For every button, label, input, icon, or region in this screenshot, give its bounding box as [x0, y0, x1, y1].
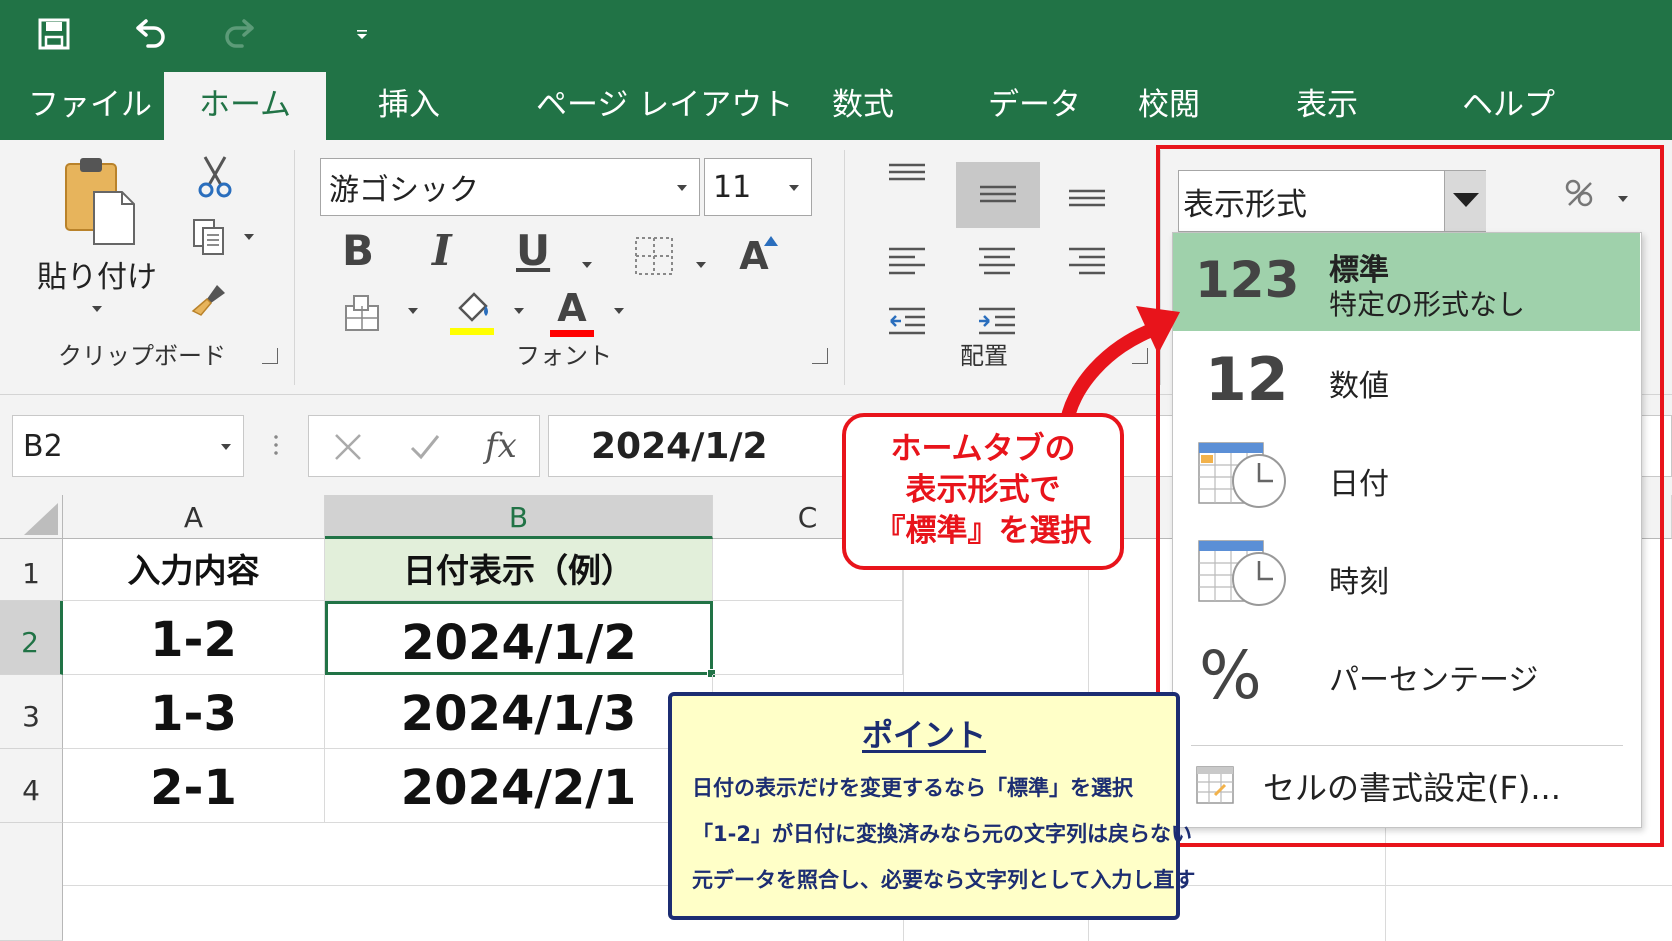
- cell-a1[interactable]: 入力内容: [63, 539, 325, 601]
- fill-color-swatch: [450, 327, 494, 335]
- fill-color-icon[interactable]: [448, 286, 496, 338]
- cell-b2[interactable]: 2024/1/2: [325, 601, 713, 675]
- point-line-1: 日付の表示だけを変更するなら「標準」を選択: [692, 776, 1133, 800]
- font-size-value: 11: [713, 169, 752, 205]
- increase-font-icon[interactable]: A: [730, 232, 778, 280]
- cell-a3[interactable]: 1-3: [63, 675, 325, 749]
- font-size-dropdown-icon[interactable]: [789, 185, 799, 191]
- fill-color-dropdown-icon[interactable]: [514, 308, 524, 314]
- decrease-indent-icon[interactable]: [884, 304, 930, 340]
- callout-line-2: 表示形式で: [905, 472, 1061, 508]
- paste-button[interactable]: 貼り付け: [37, 152, 157, 322]
- font-color-icon[interactable]: A: [548, 286, 596, 338]
- insert-function-icon[interactable]: fx: [485, 426, 517, 466]
- cut-icon[interactable]: [192, 154, 238, 200]
- customize-qat-icon[interactable]: [342, 14, 382, 54]
- cell-a2[interactable]: 1-2: [63, 601, 325, 675]
- cancel-icon[interactable]: [333, 432, 363, 462]
- bold-button[interactable]: B: [342, 226, 374, 275]
- cell-c2[interactable]: [713, 601, 903, 675]
- tab-review[interactable]: 校閲: [1138, 70, 1200, 140]
- undo-icon[interactable]: [130, 14, 170, 54]
- align-top-icon[interactable]: [884, 158, 930, 188]
- separator: [844, 150, 845, 385]
- font-group-label: フォント: [516, 342, 612, 370]
- alignment-group-label: 配置: [960, 342, 1008, 370]
- point-line-3: 元データを照合し、必要なら文字列として入力し直す: [692, 868, 1196, 892]
- copy-dropdown-icon[interactable]: [244, 234, 254, 240]
- save-icon[interactable]: [34, 14, 74, 54]
- point-line-2: 「1-2」が日付に変換済みなら元の文字列は戻らない: [692, 822, 1192, 846]
- ribbon-tabs: ファイル ホーム 挿入 ページ レイアウト 数式 データ 校閲 表示 ヘルプ: [0, 70, 1672, 142]
- column-header-a[interactable]: A: [63, 495, 325, 539]
- formula-bar-splitter-icon[interactable]: [274, 433, 278, 457]
- underline-button[interactable]: U: [516, 226, 550, 275]
- align-center-icon[interactable]: [974, 244, 1020, 280]
- enter-icon[interactable]: [409, 432, 441, 462]
- paste-icon: [65, 158, 135, 245]
- font-color-dropdown-icon[interactable]: [614, 308, 624, 314]
- align-bottom-icon[interactable]: [1064, 184, 1110, 214]
- quick-access-toolbar: [0, 0, 1672, 70]
- align-right-icon[interactable]: [1064, 244, 1110, 280]
- cell-b1[interactable]: 日付表示（例）: [325, 539, 713, 601]
- cell-a4[interactable]: 2-1: [63, 749, 325, 823]
- cell-b4[interactable]: 2024/2/1: [325, 749, 713, 823]
- paste-dropdown-icon[interactable]: [92, 306, 102, 312]
- row-header-5[interactable]: [0, 823, 63, 941]
- font-color-glyph: A: [557, 285, 587, 330]
- align-middle-icon[interactable]: [956, 162, 1040, 228]
- select-all-corner[interactable]: [0, 495, 63, 539]
- tab-file[interactable]: ファイル: [28, 70, 152, 140]
- format-painter-icon[interactable]: [186, 278, 232, 324]
- name-box-value: B2: [23, 428, 63, 464]
- tab-home[interactable]: ホーム: [164, 72, 326, 142]
- table-style-dropdown-icon[interactable]: [408, 308, 418, 314]
- tab-view[interactable]: 表示: [1296, 70, 1358, 140]
- highlight-frame: [1156, 145, 1664, 847]
- row-header-1[interactable]: 1: [0, 539, 63, 601]
- tab-help[interactable]: ヘルプ: [1462, 70, 1555, 140]
- font-launcher-icon[interactable]: [812, 348, 828, 364]
- column-header-b[interactable]: B: [325, 495, 713, 539]
- clipboard-launcher-icon[interactable]: [262, 348, 278, 364]
- point-title: ポイント: [862, 718, 986, 754]
- name-box-dropdown-icon[interactable]: [221, 444, 231, 450]
- align-left-icon[interactable]: [884, 244, 930, 280]
- row-header-4[interactable]: 4: [0, 749, 63, 823]
- name-box[interactable]: B2: [12, 415, 244, 477]
- borders-dropdown-icon[interactable]: [696, 262, 706, 268]
- point-note-box: ポイント 日付の表示だけを変更するなら「標準」を選択 「1-2」が日付に変換済み…: [668, 692, 1195, 920]
- callout-line-3: 『標準』を選択: [874, 513, 1092, 549]
- font-dropdown-icon-left[interactable]: [340, 290, 386, 336]
- font-name-dropdown-icon[interactable]: [677, 185, 687, 191]
- underline-dropdown-icon[interactable]: [582, 262, 592, 268]
- callout-line-1: ホームタブの: [890, 431, 1076, 467]
- tab-insert[interactable]: 挿入: [378, 70, 440, 140]
- copy-icon[interactable]: [186, 214, 232, 260]
- separator: [294, 150, 295, 385]
- row-header-2[interactable]: 2: [0, 601, 63, 675]
- row-header-3[interactable]: 3: [0, 675, 63, 749]
- borders-icon[interactable]: [632, 234, 676, 278]
- cell-b3[interactable]: 2024/1/3: [325, 675, 713, 749]
- instruction-callout: ホームタブの 表示形式で 『標準』を選択: [842, 413, 1124, 570]
- font-name-value: 游ゴシック: [329, 173, 479, 208]
- clipboard-group-label: クリップボード: [58, 342, 226, 370]
- font-size-combo[interactable]: 11: [704, 158, 812, 216]
- italic-button[interactable]: I: [432, 226, 452, 275]
- font-name-combo[interactable]: 游ゴシック: [320, 158, 700, 216]
- tab-data[interactable]: データ: [988, 70, 1081, 140]
- tab-formulas[interactable]: 数式: [832, 70, 894, 140]
- increase-indent-icon[interactable]: [974, 304, 1020, 340]
- tab-page-layout[interactable]: ページ レイアウト: [536, 70, 793, 140]
- formula-buttons: fx: [308, 415, 540, 477]
- formula-value: 2024/1/2: [591, 425, 768, 467]
- paste-label: 貼り付け: [37, 260, 157, 295]
- redo-icon[interactable]: [220, 14, 260, 54]
